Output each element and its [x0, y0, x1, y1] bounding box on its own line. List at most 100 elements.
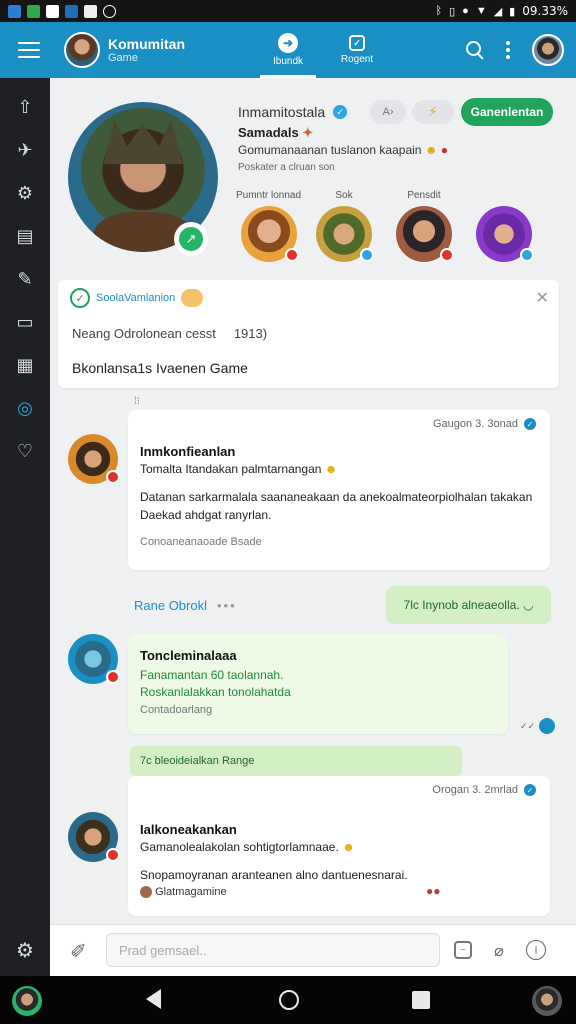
marker-icon: ⁞⁝ [134, 396, 140, 407]
recents-icon[interactable] [412, 991, 430, 1009]
community-avatar[interactable] [64, 32, 100, 68]
info-icon[interactable]: i [526, 940, 546, 960]
app-bar: Komumitan Game ➜ Ibundk ✓ Rogent [0, 22, 576, 78]
post-subtitle-text: Tomalta Itandakan palmtarnangan [140, 462, 322, 476]
reply-bubble-text: 7lc Inynob alneaeolla. [403, 598, 520, 612]
audio-pill[interactable]: A› [370, 100, 406, 124]
post-card[interactable]: Orogan 3. 2mrlad ✓ Ialkoneakankan Gamanol… [128, 776, 550, 916]
friend-item[interactable]: Pumntr lonnad [236, 190, 301, 262]
main-panel: ↗ Inmamitostala ✓ A› ⚡ Ganenlentan Samad… [50, 78, 576, 976]
read-receipt: ✓✓ [520, 718, 556, 734]
badge-icon: ✦ [302, 125, 314, 140]
system-message: 7c bleoideialkan Range [130, 746, 462, 776]
app-subtitle-text: Game [108, 52, 138, 64]
note-icon[interactable]: ▭ [0, 301, 50, 344]
search-icon[interactable] [466, 41, 484, 59]
post-card[interactable]: Gaugon 3. 3onad ✓ Inmkonfieanlan Tomalta … [128, 410, 550, 570]
upload-icon[interactable]: ⇧ [0, 86, 50, 129]
reaction-icon [539, 718, 556, 734]
vibrate-icon: ▯ [449, 5, 456, 18]
friend-label: Pensdit [407, 190, 441, 201]
profile-description: Gomumanaanan tuslanon kaapain ☻ ● [238, 143, 448, 157]
profile-name: Inmamitostala ✓ [238, 104, 348, 120]
app-notif-icon [27, 4, 40, 18]
heart-icon[interactable]: ♡ [0, 430, 50, 473]
post-body: Snopamoyranan aranteanen alno dantuenesn… [140, 868, 408, 882]
reply-link[interactable]: Rane Obrokl ••• [134, 598, 237, 613]
menu-icon[interactable] [18, 42, 40, 58]
profile-subname-text: Samadals [238, 125, 299, 140]
emoji-icon: ☻ [424, 143, 438, 157]
friend-avatar [316, 206, 374, 262]
nav-avatar[interactable] [532, 986, 562, 1016]
friend-item[interactable]: Pensdit [396, 190, 454, 262]
notification-line: Neang Odrolonean cesst 1913) [72, 326, 267, 341]
friend-avatar [396, 206, 454, 262]
smile-icon: ◡ [522, 598, 534, 612]
attach-icon[interactable]: ⌀ [488, 939, 510, 961]
post-title: Inmkonfieanlan [140, 444, 236, 459]
spark-icon[interactable]: ⚡ [412, 100, 454, 124]
verified-icon: ✓ [524, 784, 536, 796]
verified-badge: ↗ [174, 222, 208, 256]
system-nav-bar [0, 976, 576, 1024]
settings-icon[interactable]: ⚙ [0, 938, 50, 962]
notification-card[interactable]: ✓ SoolaVamlanion ✕ Neang Odrolonean cess… [58, 280, 559, 388]
reply-bubble[interactable]: 7lc Inynob alneaeolla. ◡ [386, 586, 551, 624]
post-author-avatar[interactable] [68, 434, 120, 484]
more-icon[interactable] [506, 41, 510, 59]
user-avatar[interactable] [532, 34, 564, 66]
sticker-icon[interactable]: ⌣ [454, 941, 472, 959]
post-line: Fanamantan 60 taolannah. [140, 668, 284, 682]
post-body: Daekad ahdgat ranyrlan. [140, 508, 272, 522]
tab-report[interactable]: ✓ Rogent [326, 22, 388, 78]
back-icon[interactable] [146, 989, 161, 1009]
message-input[interactable] [106, 933, 440, 967]
launch-icon[interactable]: ✈ [0, 129, 50, 172]
emoji-icon: ☻ [342, 840, 355, 854]
layout-icon[interactable]: ▤ [0, 215, 50, 258]
app-notif-icon [65, 4, 78, 18]
dnd-icon: ● [462, 5, 469, 17]
app-title: Komumitan Game [108, 36, 185, 64]
friend-label: Pumntr lonnad [236, 190, 302, 201]
notification-line-text: Neang Odrolonean cesst [72, 326, 216, 341]
emoji-icon: ● [440, 143, 449, 157]
post-time-text: Gaugon 3. 3onad [432, 418, 518, 430]
mini-avatar-icon [140, 886, 152, 899]
post-subtitle-text: Gamanolealakolan sohtigtorlamnaae. [140, 840, 339, 854]
post-body: Datanan sarkarmalala saananeakaan da ane… [140, 490, 533, 504]
home-icon[interactable] [279, 990, 299, 1010]
post-author-avatar[interactable] [68, 812, 120, 862]
pencil-icon[interactable]: ✎ [0, 258, 50, 301]
post-time: Orogan 3. 2mrlad ✓ [432, 784, 536, 796]
post-card[interactable]: Toncleminalaaa Fanamantan 60 taolannah. … [128, 634, 508, 734]
nav-avatar[interactable] [12, 986, 42, 1016]
friend-item[interactable]: Sok [316, 190, 374, 262]
post-subtitle: Gamanolealakolan sohtigtorlamnaae. ☻ [140, 840, 355, 854]
gear-icon[interactable]: ⚙ [0, 172, 50, 215]
app-notif-icon [8, 4, 21, 18]
close-icon[interactable]: ✕ [536, 288, 549, 307]
friend-avatar [240, 206, 299, 262]
profile-meta: Poskater a clruan son [238, 162, 335, 173]
profile-subname: Samadals ✦ [238, 125, 313, 141]
emoji-icon: ☻ [324, 462, 338, 476]
friend-item[interactable] [476, 190, 534, 262]
tab-chat[interactable]: ➜ Ibundk [256, 22, 320, 78]
circle-icon[interactable]: ◎ [0, 387, 50, 430]
report-icon: ✓ [349, 35, 365, 51]
double-check-icon: ✓✓ [520, 720, 536, 731]
post-author-avatar[interactable] [68, 634, 120, 684]
compose-icon[interactable]: ✐ [70, 939, 87, 963]
post-title: Ialkoneakankan [140, 822, 237, 837]
reaction-icon[interactable]: ●● [426, 884, 441, 898]
app-notif-icon [84, 4, 97, 18]
friend-label: Sok [335, 190, 353, 201]
app-notif-icon [103, 4, 116, 18]
profile-description-text: Gomumanaanan tuslanon kaapain [238, 143, 422, 157]
app-title-text: Komumitan [108, 36, 185, 52]
grid-icon[interactable]: ▦ [0, 344, 50, 387]
chat-icon: ➜ [278, 33, 298, 53]
follow-button[interactable]: Ganenlentan [461, 98, 553, 126]
